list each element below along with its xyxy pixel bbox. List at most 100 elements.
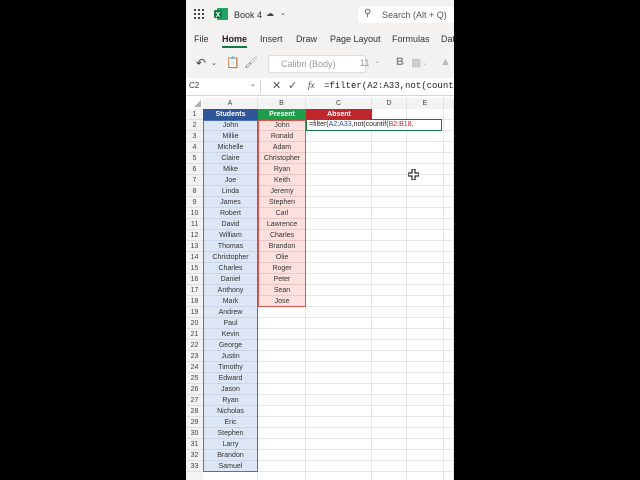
row-header[interactable]: 13 — [186, 241, 203, 252]
row-header[interactable]: 18 — [186, 296, 203, 307]
tab-file[interactable]: File — [194, 34, 209, 44]
row-header[interactable]: 10 — [186, 208, 203, 219]
row-header[interactable]: 7 — [186, 175, 203, 186]
header-present[interactable]: Present — [258, 109, 306, 120]
row-header[interactable]: 8 — [186, 186, 203, 197]
student-cell[interactable]: George — [203, 340, 258, 351]
row-header[interactable]: 14 — [186, 252, 203, 263]
present-cell[interactable]: Olie — [258, 252, 306, 263]
student-cell[interactable]: Larry — [203, 439, 258, 450]
student-cell[interactable]: Nicholas — [203, 406, 258, 417]
font-name-select[interactable]: Calibri (Body) — [268, 55, 366, 73]
student-cell[interactable]: Justin — [203, 351, 258, 362]
row-header[interactable]: 31 — [186, 439, 203, 450]
row-header[interactable]: 9 — [186, 197, 203, 208]
student-cell[interactable]: David — [203, 219, 258, 230]
present-cell[interactable]: Roger — [258, 263, 306, 274]
student-cell[interactable]: Christopher — [203, 252, 258, 263]
row-header[interactable]: 16 — [186, 274, 203, 285]
student-cell[interactable]: Paul — [203, 318, 258, 329]
present-cell[interactable]: Ronald — [258, 131, 306, 142]
row-header[interactable]: 28 — [186, 406, 203, 417]
border-icon[interactable]: ▦ — [411, 56, 421, 69]
row-header[interactable]: 5 — [186, 153, 203, 164]
present-cell[interactable]: John — [258, 120, 306, 131]
row-header[interactable]: 19 — [186, 307, 203, 318]
row-header[interactable]: 29 — [186, 417, 203, 428]
student-cell[interactable]: William — [203, 230, 258, 241]
student-cell[interactable]: James — [203, 197, 258, 208]
column-header-c[interactable]: C — [306, 98, 372, 109]
row-header[interactable]: 2 — [186, 120, 203, 131]
undo-dropdown-icon[interactable]: ⌄ — [211, 59, 217, 67]
student-cell[interactable]: Thomas — [203, 241, 258, 252]
student-cell[interactable]: Brandon — [203, 450, 258, 461]
row-header[interactable]: 11 — [186, 219, 203, 230]
row-header[interactable]: 32 — [186, 450, 203, 461]
student-cell[interactable]: Robert — [203, 208, 258, 219]
fill-color-icon[interactable]: ▲ — [440, 56, 451, 68]
row-header[interactable]: 24 — [186, 362, 203, 373]
student-cell[interactable]: Mark — [203, 296, 258, 307]
row-header[interactable]: 3 — [186, 131, 203, 142]
student-cell[interactable]: Jason — [203, 384, 258, 395]
sync-status-icon[interactable]: ☁ — [266, 9, 274, 18]
search-box[interactable]: ⚲ Search (Alt + Q) — [358, 6, 454, 23]
present-cell[interactable]: Sean — [258, 285, 306, 296]
present-cell[interactable]: Brandon — [258, 241, 306, 252]
student-cell[interactable]: Millie — [203, 131, 258, 142]
student-cell[interactable]: Michelle — [203, 142, 258, 153]
tab-data[interactable]: Dat — [441, 34, 454, 44]
row-header[interactable]: 33 — [186, 461, 203, 472]
tab-draw[interactable]: Draw — [296, 34, 317, 44]
student-cell[interactable]: Claire — [203, 153, 258, 164]
row-header[interactable]: 6 — [186, 164, 203, 175]
row-header[interactable]: 23 — [186, 351, 203, 362]
select-all-icon[interactable] — [194, 100, 201, 107]
header-students[interactable]: Students — [203, 109, 258, 120]
row-header[interactable]: 25 — [186, 373, 203, 384]
student-cell[interactable]: Anthony — [203, 285, 258, 296]
present-cell[interactable]: Adam — [258, 142, 306, 153]
border-dropdown-icon[interactable]: ⌄ — [422, 59, 428, 67]
cancel-icon[interactable]: ✕ — [272, 79, 281, 92]
row-header[interactable]: 12 — [186, 230, 203, 241]
column-header-d[interactable]: D — [372, 98, 407, 109]
student-cell[interactable]: Samuel — [203, 461, 258, 472]
book-title[interactable]: Book 4 — [234, 10, 262, 20]
present-cell[interactable]: Peter — [258, 274, 306, 285]
student-cell[interactable]: Stephen — [203, 428, 258, 439]
student-cell[interactable]: Andrew — [203, 307, 258, 318]
font-size-select[interactable]: 11 ⌄ — [358, 55, 384, 71]
column-header-f[interactable] — [444, 98, 454, 109]
present-cell[interactable]: Carl — [258, 208, 306, 219]
paste-icon[interactable]: 📋 — [226, 56, 240, 69]
active-cell-editor[interactable]: =filter(A2:A33,not(countif(B2:B18, — [306, 119, 442, 131]
chevron-down-icon[interactable]: ⌄ — [280, 9, 286, 17]
present-cell[interactable]: Ryan — [258, 164, 306, 175]
student-cell[interactable]: Linda — [203, 186, 258, 197]
student-cell[interactable]: Kevin — [203, 329, 258, 340]
tab-page-layout[interactable]: Page Layout — [330, 34, 381, 44]
student-cell[interactable]: Edward — [203, 373, 258, 384]
tab-formulas[interactable]: Formulas — [392, 34, 430, 44]
name-box[interactable]: C2 ⌄ — [186, 80, 261, 93]
column-header-e[interactable]: E — [407, 98, 444, 109]
present-cell[interactable]: Lawrence — [258, 219, 306, 230]
row-header[interactable]: 20 — [186, 318, 203, 329]
row-header[interactable]: 4 — [186, 142, 203, 153]
student-cell[interactable]: Eric — [203, 417, 258, 428]
row-header[interactable] — [186, 472, 203, 480]
formula-input[interactable]: =filter(A2:A33,not(countif — [324, 81, 454, 91]
row-header[interactable]: 27 — [186, 395, 203, 406]
format-painter-icon[interactable]: 🖌 — [244, 56, 258, 69]
bold-button[interactable]: B — [396, 56, 404, 68]
student-cell[interactable]: Joe — [203, 175, 258, 186]
present-cell[interactable]: Charles — [258, 230, 306, 241]
insert-function-icon[interactable]: fx — [308, 80, 315, 90]
student-cell[interactable]: Charles — [203, 263, 258, 274]
row-header[interactable]: 21 — [186, 329, 203, 340]
row-header[interactable]: 17 — [186, 285, 203, 296]
row-header[interactable]: 26 — [186, 384, 203, 395]
present-cell[interactable]: Keith — [258, 175, 306, 186]
